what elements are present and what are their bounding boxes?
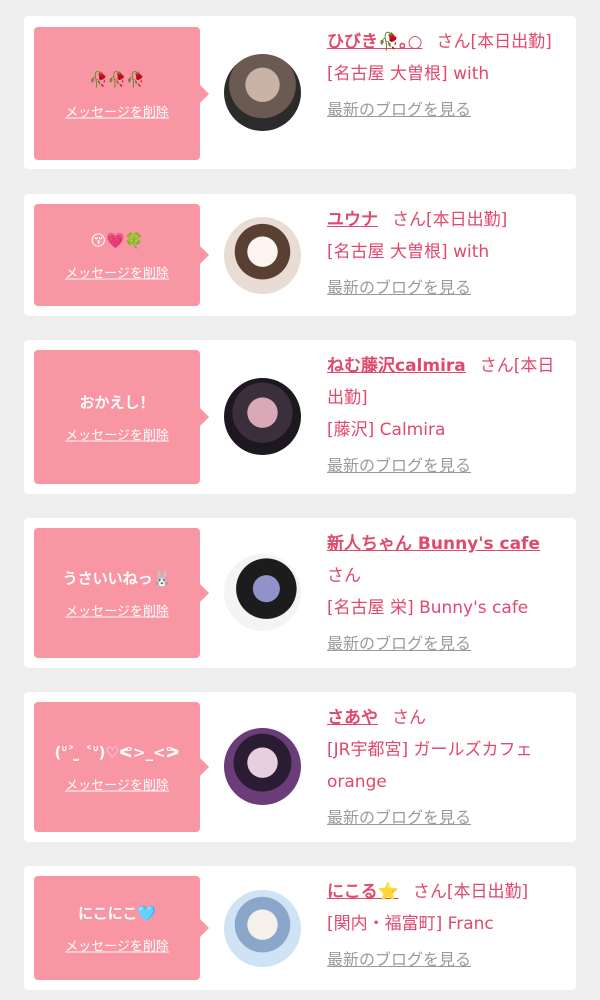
avatar[interactable]	[224, 728, 301, 805]
message-text: にこにこ🩵	[77, 904, 157, 923]
shop-name: [藤沢] Calmira	[327, 420, 446, 440]
girl-name-link[interactable]: ひびき🥀｡○	[327, 32, 423, 52]
message-card: うさいいねっ🐰 メッセージを削除 新人ちゃん Bunny's cafe さん [名…	[24, 518, 576, 668]
latest-blog-link[interactable]: 最新のブログを見る	[327, 802, 471, 834]
girl-name-link[interactable]: ねむ藤沢calmira	[327, 356, 466, 376]
message-text: おかえし！	[79, 393, 155, 412]
shop-name: [名古屋 大曽根] with	[327, 64, 490, 84]
avatar[interactable]	[224, 378, 301, 455]
message-text: うさいいねっ🐰	[62, 569, 172, 588]
avatar[interactable]	[224, 217, 301, 294]
latest-blog-link[interactable]: 最新のブログを見る	[327, 272, 471, 304]
delete-message-link[interactable]: メッセージを削除	[65, 936, 169, 955]
shop-name: [関内・福富町] Franc	[327, 914, 494, 934]
name-suffix: さん	[392, 708, 426, 728]
girl-name-link[interactable]: 新人ちゃん Bunny's cafe	[327, 534, 540, 554]
message-text: 🥀🥀🥀	[88, 70, 146, 88]
message-card: おかえし！ メッセージを削除 ねむ藤沢calmira さん[本日出勤] [藤沢] …	[24, 340, 576, 494]
girl-name-link[interactable]: ユウナ	[327, 210, 378, 230]
avatar[interactable]	[224, 554, 301, 631]
delete-message-link[interactable]: メッセージを削除	[65, 601, 169, 620]
name-suffix: さん[本日出勤]	[412, 882, 529, 902]
message-bubble: おかえし！ メッセージを削除	[34, 350, 209, 484]
delete-message-link[interactable]: メッセージを削除	[65, 101, 169, 120]
message-card: 😚💗🍀 メッセージを削除 ユウナ さん[本日出勤] [名古屋 大曽根] with …	[24, 194, 576, 316]
latest-blog-link[interactable]: 最新のブログを見る	[327, 94, 471, 126]
name-suffix: さん[本日出勤]	[436, 32, 552, 52]
girl-name-link[interactable]: さあや	[327, 708, 378, 728]
shop-name: [名古屋 栄] Bunny's cafe	[327, 598, 529, 618]
avatar[interactable]	[224, 890, 301, 967]
message-card: にこにこ🩵 メッセージを削除 にこる⭐ さん[本日出勤] [関内・福富町] Fra…	[24, 866, 576, 990]
avatar[interactable]	[224, 54, 301, 131]
latest-blog-link[interactable]: 最新のブログを見る	[327, 628, 471, 660]
name-suffix: さん[本日出勤]	[392, 210, 508, 230]
message-bubble: 😚💗🍀 メッセージを削除	[34, 204, 209, 306]
latest-blog-link[interactable]: 最新のブログを見る	[327, 944, 471, 976]
message-text: (ᐡ˃ ̫ ˂ᐡ)♡ᕙ>_<ᕗ	[54, 743, 180, 762]
latest-blog-link[interactable]: 最新のブログを見る	[327, 450, 471, 482]
message-bubble: にこにこ🩵 メッセージを削除	[34, 876, 209, 980]
message-bubble: (ᐡ˃ ̫ ˂ᐡ)♡ᕙ>_<ᕗ メッセージを削除	[34, 702, 209, 832]
message-bubble: 🥀🥀🥀 メッセージを削除	[34, 27, 209, 160]
name-suffix: さん	[327, 566, 361, 586]
shop-name: [名古屋 大曽根] with	[327, 242, 490, 262]
message-bubble: うさいいねっ🐰 メッセージを削除	[34, 528, 209, 658]
message-card: 🥀🥀🥀 メッセージを削除 ひびき🥀｡○ さん[本日出勤] [名古屋 大曽根] wi…	[24, 16, 576, 169]
message-text: 😚💗🍀	[90, 231, 144, 250]
message-card: (ᐡ˃ ̫ ˂ᐡ)♡ᕙ>_<ᕗ メッセージを削除 さあや さん [JR宇都宮] ガ…	[24, 692, 576, 842]
delete-message-link[interactable]: メッセージを削除	[65, 263, 169, 282]
girl-name-link[interactable]: にこる⭐	[327, 882, 399, 902]
delete-message-link[interactable]: メッセージを削除	[65, 425, 169, 444]
shop-name: [JR宇都宮] ガールズカフェ orange	[327, 740, 533, 792]
delete-message-link[interactable]: メッセージを削除	[65, 775, 169, 794]
